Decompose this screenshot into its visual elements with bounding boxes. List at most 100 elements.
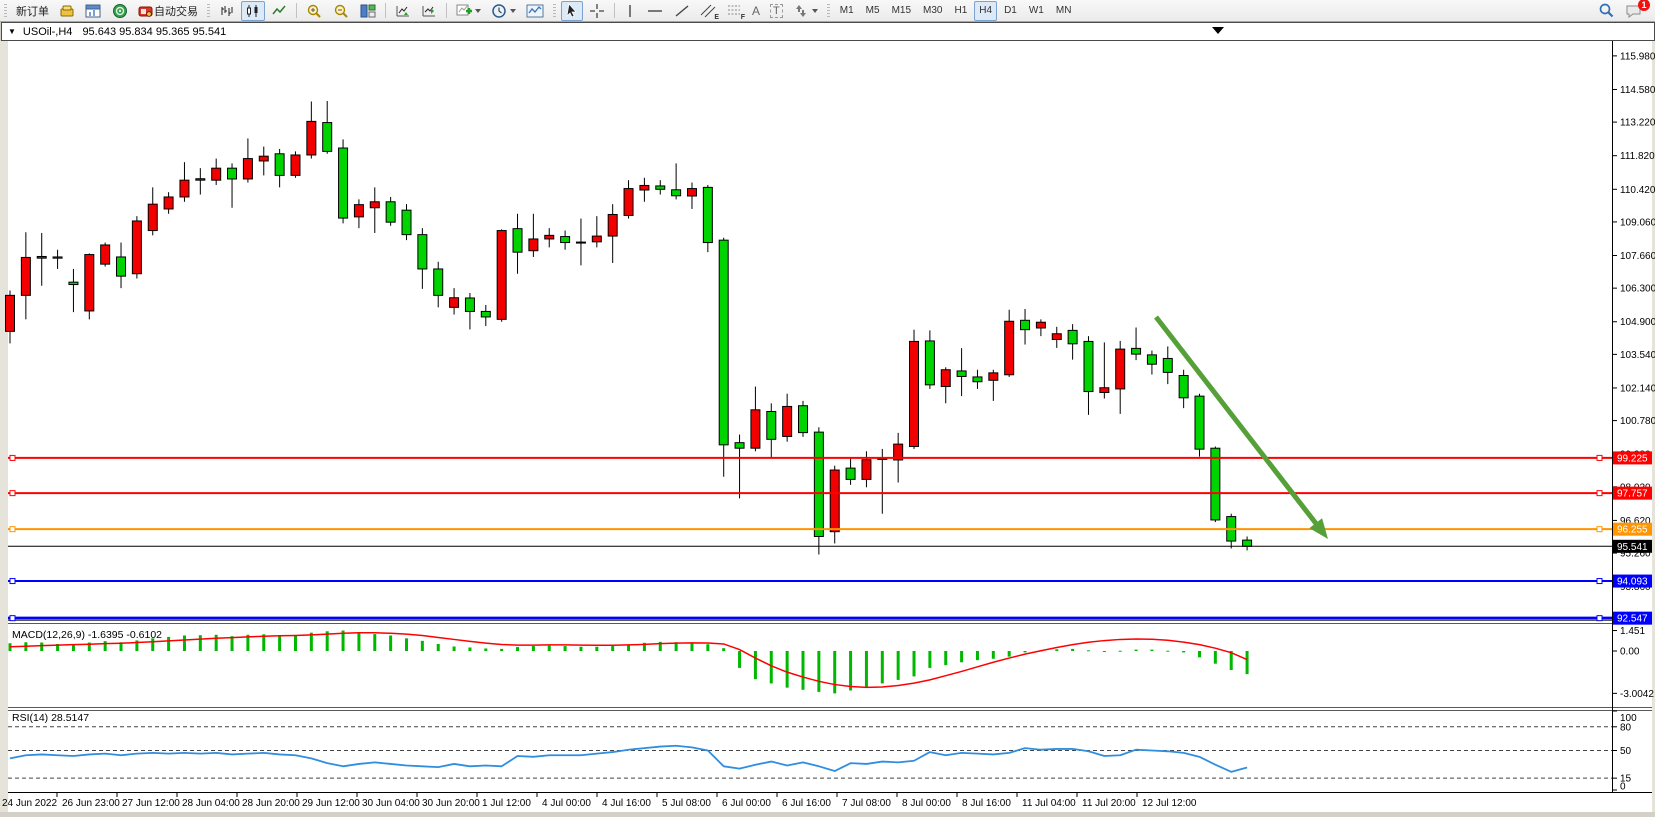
candle-bullish bbox=[1116, 349, 1125, 389]
chart-shift-marker[interactable] bbox=[1212, 27, 1224, 34]
line-handle[interactable] bbox=[10, 616, 15, 621]
period-button[interactable] bbox=[487, 1, 520, 21]
line-handle[interactable] bbox=[1597, 616, 1602, 621]
candle-bearish bbox=[846, 468, 855, 479]
tab-timeframe-w1[interactable]: W1 bbox=[1024, 1, 1049, 21]
template-button[interactable] bbox=[522, 1, 548, 21]
candle-bullish bbox=[180, 180, 189, 197]
auto-trading-icon bbox=[138, 3, 154, 19]
toolbar-separator bbox=[446, 3, 447, 18]
macd-histogram-bar bbox=[992, 651, 995, 659]
chart-canvas[interactable]: 115.980114.580113.220111.820110.420109.0… bbox=[0, 0, 1655, 817]
line-handle[interactable] bbox=[1597, 455, 1602, 460]
trendline-tool-button[interactable] bbox=[670, 1, 694, 21]
chart-shift-button[interactable] bbox=[391, 1, 415, 21]
chart-background bbox=[8, 41, 1652, 812]
candle-bearish bbox=[117, 257, 126, 276]
line-handle[interactable] bbox=[10, 527, 15, 532]
chart-dropdown-icon[interactable]: ▼ bbox=[8, 27, 16, 36]
rsi-tick-label: 50 bbox=[1620, 746, 1632, 757]
toolbar-separator bbox=[614, 3, 615, 18]
channel-sub-label: E bbox=[714, 14, 719, 21]
vertical-line-tool-button[interactable] bbox=[620, 1, 640, 21]
tab-timeframe-h4[interactable]: H4 bbox=[974, 1, 997, 21]
fibonacci-tool-button[interactable]: F bbox=[722, 1, 746, 21]
cursor-tool-button[interactable] bbox=[561, 1, 583, 21]
tile-windows-button[interactable] bbox=[356, 1, 380, 21]
tab-timeframe-d1[interactable]: D1 bbox=[999, 1, 1022, 21]
price-level-badge-label: 96.255 bbox=[1617, 525, 1648, 536]
charts-window-button[interactable] bbox=[81, 1, 106, 21]
zoom-out-button[interactable] bbox=[329, 1, 354, 21]
time-tick-label: 29 Jun 12:00 bbox=[302, 798, 360, 809]
time-tick-label: 8 Jul 16:00 bbox=[962, 798, 1011, 809]
candle-bearish bbox=[465, 298, 474, 311]
candle-bearish bbox=[814, 432, 823, 536]
price-tick-label: 106.300 bbox=[1620, 284, 1655, 295]
fibo-sub-label: F bbox=[741, 14, 745, 21]
candlestick-chart-button[interactable] bbox=[241, 1, 265, 21]
macd-histogram-bar bbox=[1103, 651, 1106, 652]
textbox-tool-label: T bbox=[770, 4, 783, 18]
zoom-in-button[interactable] bbox=[302, 1, 327, 21]
tab-timeframe-h1[interactable]: H1 bbox=[949, 1, 972, 21]
candle-bearish bbox=[1084, 341, 1093, 391]
macd-histogram-bar bbox=[1166, 651, 1169, 652]
line-chart-button[interactable] bbox=[267, 1, 291, 21]
candle-bullish bbox=[989, 373, 998, 380]
tab-timeframe-mn[interactable]: MN bbox=[1051, 1, 1077, 21]
time-tick-label: 4 Jul 00:00 bbox=[542, 798, 591, 809]
bar-chart-button[interactable] bbox=[215, 1, 239, 21]
equidistant-channel-tool-button[interactable]: E bbox=[696, 1, 720, 21]
candle-bearish bbox=[53, 257, 62, 258]
macd-histogram-bar bbox=[960, 651, 963, 662]
toolbar: 新订单 自动交易 bbox=[0, 0, 1655, 22]
line-handle[interactable] bbox=[1597, 491, 1602, 496]
line-handle[interactable] bbox=[10, 579, 15, 584]
crosshair-tool-button[interactable] bbox=[585, 1, 609, 21]
auto-scroll-button[interactable] bbox=[417, 1, 441, 21]
horizontal-line-tool-button[interactable] bbox=[642, 1, 668, 21]
macd-histogram-bar bbox=[738, 651, 741, 668]
price-level-badge-label: 92.547 bbox=[1617, 614, 1648, 625]
tab-timeframe-m30[interactable]: M30 bbox=[918, 1, 947, 21]
toolbar-separator bbox=[385, 3, 386, 18]
candle-bullish bbox=[212, 168, 221, 180]
price-tick-label: 115.980 bbox=[1620, 51, 1655, 62]
auto-trading-button[interactable]: 自动交易 bbox=[134, 1, 202, 21]
macd-indicator-label: MACD(12,26,9) -1.6395 -0.6102 bbox=[12, 629, 162, 641]
signals-button[interactable] bbox=[108, 1, 132, 21]
new-order-button[interactable]: 新订单 bbox=[12, 1, 53, 21]
text-label-tool-button[interactable]: T bbox=[766, 1, 787, 21]
candle-bullish bbox=[624, 189, 633, 216]
macd-histogram-bar bbox=[500, 649, 503, 651]
arrows-tool-button[interactable] bbox=[789, 1, 822, 21]
price-tick-label: 102.140 bbox=[1620, 383, 1655, 394]
candle-bullish bbox=[592, 236, 601, 242]
candle-bearish bbox=[719, 240, 728, 445]
add-indicator-button[interactable] bbox=[452, 1, 485, 21]
text-tool-button[interactable]: A bbox=[748, 1, 764, 21]
time-tick-label: 1 Jul 12:00 bbox=[482, 798, 531, 809]
macd-histogram-bar bbox=[611, 646, 614, 651]
line-handle[interactable] bbox=[1597, 527, 1602, 532]
macd-histogram-bar bbox=[1071, 649, 1074, 651]
price-tick-label: 109.060 bbox=[1620, 217, 1655, 228]
line-handle[interactable] bbox=[10, 491, 15, 496]
tab-timeframe-m15[interactable]: M15 bbox=[887, 1, 916, 21]
vertical-line-icon bbox=[624, 3, 636, 19]
tab-timeframe-m5[interactable]: M5 bbox=[861, 1, 885, 21]
tab-timeframe-m1[interactable]: M1 bbox=[835, 1, 859, 21]
line-handle[interactable] bbox=[1597, 579, 1602, 584]
market-watch-button[interactable] bbox=[55, 1, 79, 21]
search-button[interactable] bbox=[1594, 1, 1619, 21]
line-handle[interactable] bbox=[10, 455, 15, 460]
candle-bullish bbox=[243, 159, 252, 179]
template-icon bbox=[526, 3, 544, 19]
candle-bullish bbox=[830, 470, 839, 532]
candle-bullish bbox=[640, 185, 649, 190]
chart-ohlc-values: 95.643 95.834 95.365 95.541 bbox=[82, 26, 226, 38]
time-tick-label: 30 Jun 20:00 bbox=[422, 798, 480, 809]
notifications-button[interactable]: 1 bbox=[1621, 1, 1647, 21]
price-level-badge-label: 95.541 bbox=[1617, 542, 1648, 553]
